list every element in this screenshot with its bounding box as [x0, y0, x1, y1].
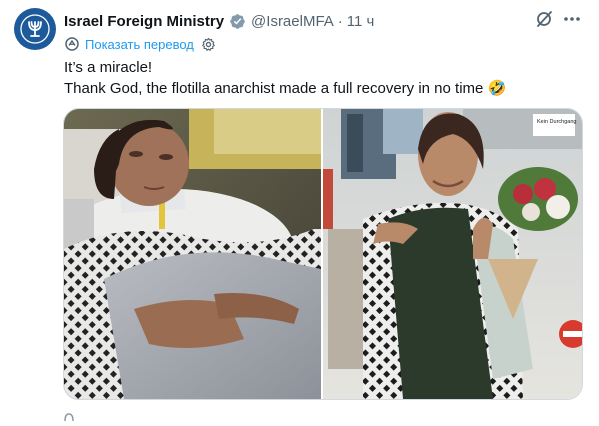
translate-row: Показать перевод: [64, 36, 216, 52]
verified-badge-icon: [229, 13, 246, 30]
more-icon[interactable]: [562, 9, 582, 29]
grok-icon[interactable]: [534, 9, 554, 34]
action-bar-top: [64, 408, 74, 422]
media-image-hospital[interactable]: [64, 109, 321, 399]
tweet-header: Israel Foreign Ministry @IsraelMFA · 11 …: [64, 11, 374, 31]
separator-dot: ·: [337, 12, 343, 30]
tweet-text-line: Thank God, the flotilla anarchist made a…: [64, 80, 507, 97]
sign-text: Kein Durchgang: [537, 119, 576, 125]
tweet-text: It’s a miracle! Thank God, the flotilla …: [64, 57, 506, 99]
post-time[interactable]: 11 ч: [347, 13, 375, 30]
author-handle[interactable]: @IsraelMFA: [251, 13, 334, 30]
author-name[interactable]: Israel Foreign Ministry: [64, 13, 224, 30]
airport-photo: Kein Durchgang: [323, 109, 582, 399]
media-grid: Kein Durchgang: [63, 108, 583, 400]
hospital-photo: [64, 109, 321, 399]
media-image-airport[interactable]: Kein Durchgang: [323, 109, 582, 399]
gear-icon[interactable]: [201, 37, 216, 52]
menorah-logo-icon: [20, 14, 50, 44]
avatar[interactable]: [14, 8, 56, 50]
translate-icon: [64, 36, 80, 52]
show-translation-link[interactable]: Показать перевод: [85, 37, 194, 52]
tweet-text-line: It’s a miracle!: [64, 59, 153, 76]
